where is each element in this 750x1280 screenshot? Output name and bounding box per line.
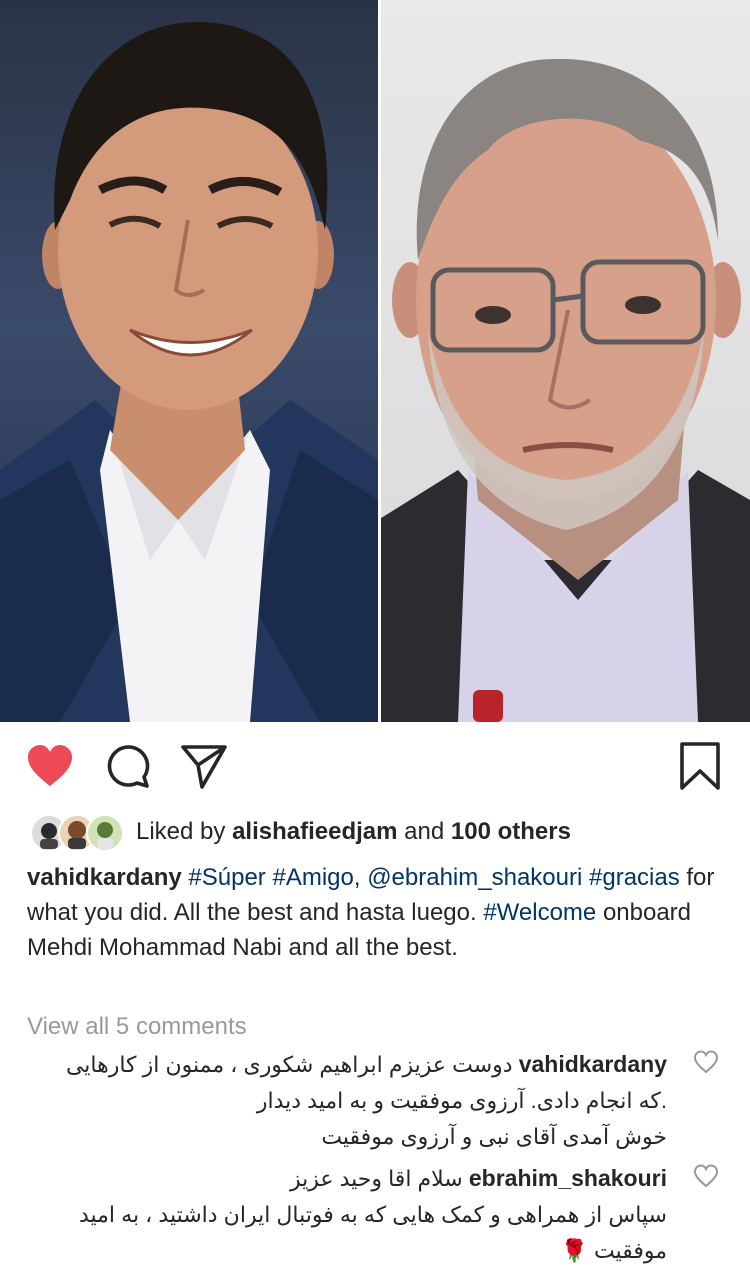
post-actions (0, 740, 750, 796)
post-caption: vahidkardany #Súper #Amigo, @ebrahim_sha… (27, 860, 727, 965)
hashtag-gracias[interactable]: #gracias (589, 864, 680, 891)
comment-text: موفقیت 🌹 (560, 1238, 667, 1263)
hashtag-welcome[interactable]: #Welcome (483, 899, 596, 926)
likes-others[interactable]: 100 others (451, 818, 571, 845)
hashtag-super[interactable]: #Súper (188, 864, 265, 891)
comment-bubble-icon (107, 745, 150, 788)
comment-text: سلام اقا وحید عزیز (289, 1166, 463, 1191)
likes-and: and (404, 818, 445, 845)
comment-text: سپاس از همراهی و کمک هایی که به فوتبال ا… (78, 1202, 667, 1227)
hashtag-amigo[interactable]: #Amigo, (272, 864, 360, 891)
comment-text: .که انجام دادی. آرزوی موفقیت و به امید د… (256, 1088, 667, 1113)
image-divider (378, 0, 381, 722)
portrait-left (0, 0, 378, 722)
like-button[interactable] (24, 740, 76, 792)
comment-line: vahidkardany دوست عزیزم ابراهیم شکوری ، … (27, 1046, 667, 1083)
likes-text: Liked by alishafieedjam and 100 others (136, 816, 571, 848)
portrait-left-illustration (0, 21, 378, 722)
likes-prefix: Liked by (136, 818, 226, 845)
comment-username[interactable]: vahidkardany (519, 1051, 667, 1077)
bookmark-icon (680, 742, 720, 790)
heart-outline-icon (693, 1164, 719, 1188)
heart-filled-icon (28, 745, 72, 786)
likes-summary[interactable]: Liked by alishafieedjam and 100 others (30, 811, 571, 853)
heart-outline-icon (693, 1050, 719, 1074)
comment-text: خوش آمدی آقای نبی و آرزوی موفقیت (321, 1124, 667, 1149)
portrait-right-illustration (378, 58, 750, 722)
portrait-right (378, 0, 750, 722)
comment: ebrahim_shakouri سلام اقا وحید عزیز سپاس… (27, 1160, 667, 1269)
save-button[interactable] (674, 740, 726, 792)
avatar (86, 814, 124, 852)
comment-like-button[interactable] (693, 1164, 723, 1192)
comment-username[interactable]: ebrahim_shakouri (469, 1165, 667, 1191)
comment-like-button[interactable] (693, 1050, 723, 1078)
comment-line: ebrahim_shakouri سلام اقا وحید عزیز (27, 1160, 667, 1197)
caption-author[interactable]: vahidkardany (27, 864, 182, 891)
comment: vahidkardany دوست عزیزم ابراهیم شکوری ، … (27, 1046, 667, 1155)
paper-plane-icon (181, 745, 227, 789)
liker-avatars (30, 812, 126, 852)
liker-username[interactable]: alishafieedjam (232, 818, 397, 845)
comment-button[interactable] (101, 740, 153, 792)
comment-text: دوست عزیزم ابراهیم شکوری ، ممنون از کاره… (65, 1052, 513, 1077)
post-image[interactable] (0, 0, 750, 722)
mention-ebrahim-shakouri[interactable]: @ebrahim_shakouri (367, 864, 582, 891)
share-button[interactable] (178, 740, 230, 792)
view-all-comments-link[interactable]: View all 5 comments (27, 1011, 247, 1043)
